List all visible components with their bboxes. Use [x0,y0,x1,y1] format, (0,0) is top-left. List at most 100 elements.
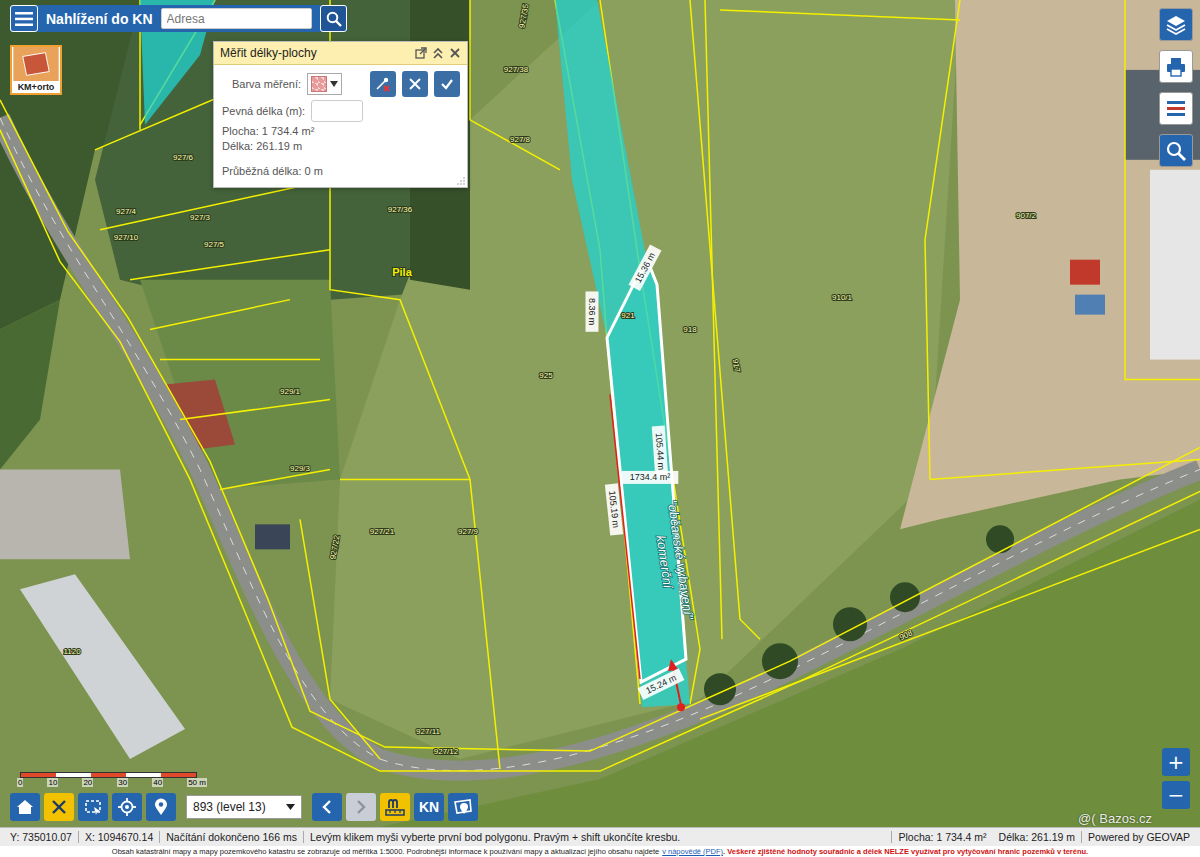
search-button[interactable] [1159,134,1193,167]
fixed-length-input[interactable] [311,100,363,122]
back-button[interactable] [312,793,342,821]
parcel-label: 910/1 [832,293,853,302]
text-button[interactable]: KN [414,793,444,821]
status-bar: Y: 735010.07X: 1094670.14Načítání dokonč… [0,827,1200,846]
color-label: Barva měření: [222,78,301,90]
parcel-label: 927/6 [173,153,194,162]
resize-grip-icon[interactable] [457,177,465,185]
zoom-out-button[interactable]: − [1162,781,1190,809]
locate-icon [118,798,136,816]
scale-tick: 50 m [187,778,207,787]
measurement-label: 105.19 m [605,483,623,535]
scale-tick: 10 [47,778,58,787]
address-search[interactable] [161,8,312,29]
parcel-label: 927/36 [388,205,413,214]
legend-icon [1165,98,1187,120]
measure-panel: Měřit délky-plochyBarva měření:Pevná dél… [213,41,468,188]
zoning-note: "občanské vybavení"komerční [649,499,697,624]
measurement-label: 105.44 m [652,425,669,477]
menu-button[interactable] [10,5,38,32]
area-value: Plocha: 1 734.4 m² [222,125,459,137]
ortho-map[interactable]: 927/35927/38927/8927/6927/36927/3927/492… [0,0,1200,827]
clear-button[interactable] [44,793,74,821]
clear-icon [51,799,67,815]
panel-header[interactable]: Měřit délky-plochy [214,42,467,65]
select-area-icon [84,798,102,816]
measure-button[interactable] [380,793,410,821]
confirm-button[interactable] [434,71,460,97]
back-arrow-icon [320,799,334,815]
level-select-value: 893 (level 13) [193,800,266,814]
popout-icon[interactable] [415,47,427,59]
footer-text: Obsah katastrální mapy a mapy pozemkovéh… [112,847,659,856]
parcel-info-button[interactable] [448,793,478,821]
place-label: Pila [392,266,412,278]
scale-tick: 40 [152,778,163,787]
measure-icon [385,798,405,816]
measured-area[interactable] [607,262,686,682]
cancel-icon [408,77,422,91]
forward-arrow-icon [354,799,368,815]
parcel-label: 1120 [63,647,81,656]
parcel-label: 921 [621,311,635,320]
parcel-label: 927/38 [504,65,529,74]
parcel-label: 929/1 [280,387,301,396]
app-title: Nahlížení do KN [46,11,153,27]
right-toolbar [1159,8,1193,167]
level-select[interactable]: 893 (level 13) [186,795,302,819]
parcel-info-icon [453,798,473,816]
coord-y: Y: 735010.07 [4,831,78,843]
parcel-label: 927/22 [328,534,341,560]
parcel-label: 925 [539,371,553,380]
measurement-label: 8.36 m [586,291,599,331]
layers-button[interactable] [1159,8,1193,41]
search-button[interactable] [320,5,347,32]
home-button[interactable] [10,793,40,821]
status-area: Plocha: 1 734.4 m² [891,831,992,843]
cancel-button[interactable] [402,71,428,97]
layer-switch[interactable]: KM+orto [10,45,62,95]
parcel-label: 927/35 [517,3,530,29]
color-select[interactable] [307,73,342,95]
forward-button[interactable] [346,793,376,821]
zoom-controls: +− [1162,748,1190,809]
parcel-label: 927/10 [114,233,139,242]
remove-point-icon [375,76,391,92]
zoom-in-button[interactable]: + [1162,748,1190,776]
panel-title: Měřit délky-plochy [220,46,317,60]
select-area-button[interactable] [78,793,108,821]
svg-text:105.19 m: 105.19 m [607,490,621,528]
powered-by: Powered by GEOVAP [1081,831,1196,843]
place-button[interactable] [146,793,176,821]
parcel-label: 927/11 [416,727,440,736]
measurement-label: 15.24 m [638,668,685,700]
running-length-value: Průběžná délka: 0 m [222,165,459,177]
load-time: Načítání dokončeno 166 ms [159,831,303,843]
footer-note: Obsah katastrální mapy a mapy pozemkovéh… [0,846,1200,857]
svg-text:15.36 m: 15.36 m [633,251,657,284]
menu-icon [15,12,33,26]
map[interactable]: 927/35927/38927/8927/6927/36927/3927/492… [0,0,1200,827]
parcel-label: 929/3 [290,464,311,473]
collapse-icon[interactable] [432,47,444,59]
scale-tick: 20 [82,778,93,787]
magnifier-icon [326,11,342,27]
measure-point-icon [677,703,685,711]
scale-tick: 0 [17,778,23,787]
layers-icon [1165,14,1187,36]
hint-text: Levým klikem myši vyberte první bod poly… [303,831,686,843]
print-button[interactable] [1159,50,1193,83]
legend-button[interactable] [1159,92,1193,125]
scale-tick: 30 [117,778,128,787]
parcel-label: 927/3 [190,213,211,222]
parcel-label: 918 [683,325,697,334]
dropdown-arrow-icon [330,81,338,87]
locate-button[interactable] [112,793,142,821]
close-icon[interactable] [449,47,461,59]
watermark: @( Bazos.cz [1078,811,1152,826]
bottom-toolbar: 893 (level 13) KN [10,793,478,821]
layer-switch-label: KM+orto [18,81,55,93]
measurement-label: 15.36 m [629,244,662,290]
remove-point-button[interactable] [370,71,396,97]
help-link[interactable]: v nápovědě (PDF) [662,847,723,856]
